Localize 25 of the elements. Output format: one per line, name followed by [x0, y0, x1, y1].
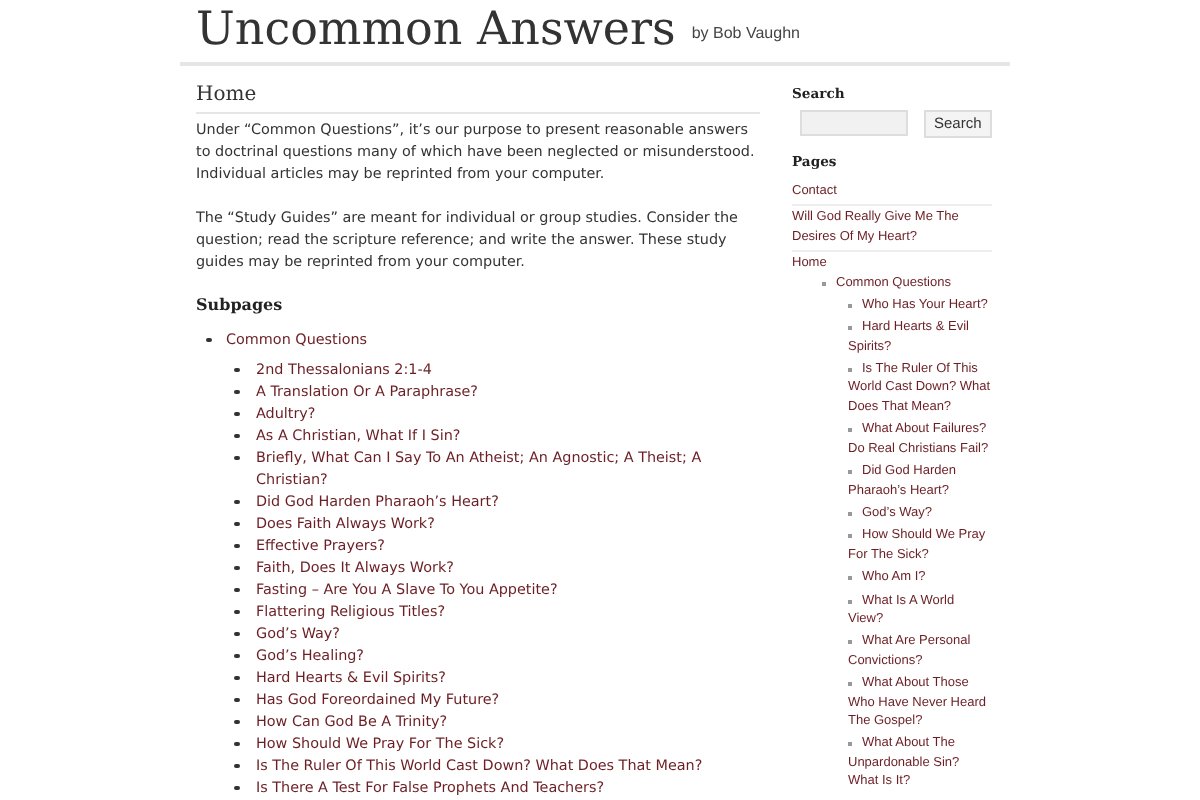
bullet-icon	[234, 741, 239, 746]
bullet-icon	[234, 499, 239, 504]
bullet-icon	[234, 631, 239, 636]
bullet-icon	[234, 697, 239, 702]
site-title: Uncommon Answers	[196, 8, 676, 54]
bullet-icon	[234, 411, 239, 416]
bullet-icon	[234, 763, 239, 768]
bullet-icon	[234, 719, 239, 724]
author-byline: by Bob Vaughn	[691, 22, 800, 46]
bullet-icon	[234, 367, 239, 372]
bullet-icon	[234, 543, 239, 548]
section-heading: Subpages	[196, 294, 285, 316]
bullet-icon	[234, 609, 239, 614]
bullet-icon	[206, 337, 211, 342]
bullet-icon	[234, 455, 239, 460]
bullet-icon	[234, 675, 239, 680]
bullet-icon	[234, 785, 239, 790]
page-title: Home	[196, 82, 760, 114]
search-field[interactable]	[800, 110, 908, 137]
bullet-icon	[234, 433, 239, 438]
bullet-icon	[234, 653, 239, 658]
bullet-icon	[234, 565, 239, 570]
bullet-icon	[234, 521, 239, 526]
bullet-icon	[234, 587, 239, 592]
bullet-icon	[234, 389, 239, 394]
